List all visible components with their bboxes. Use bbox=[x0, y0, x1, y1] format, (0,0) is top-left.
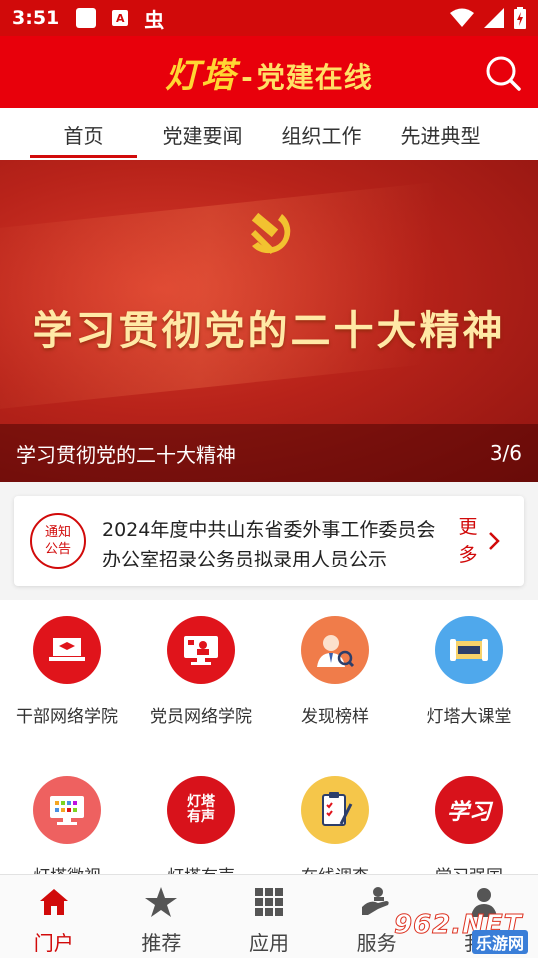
banner-headline: 学习贯彻党的二十大精神 bbox=[32, 308, 506, 354]
hand-service-icon bbox=[361, 887, 389, 915]
notice-more-line1: 更 bbox=[458, 516, 478, 538]
nav-apps[interactable]: 应用 bbox=[215, 875, 323, 958]
star-icon bbox=[145, 887, 178, 917]
notice-badge-line2: 公告 bbox=[44, 542, 71, 557]
app-header: 灯塔 - 党建在线 bbox=[0, 36, 538, 108]
grid-item-find-models[interactable]: 发现榜样 bbox=[268, 616, 402, 727]
grid-item-label: 灯塔大课堂 bbox=[426, 707, 512, 727]
grid-icon bbox=[254, 888, 283, 916]
grid-item-label: 灯塔有声 bbox=[167, 862, 235, 874]
grid-item-label: 学习强国 bbox=[435, 862, 503, 874]
nav-label: 推荐 bbox=[141, 931, 182, 955]
status-time: 3:51 bbox=[12, 7, 60, 29]
calligraphy-seal-icon: 灯塔有声 bbox=[167, 776, 235, 844]
seal-text: 灯塔有声 bbox=[187, 794, 215, 825]
grid-item-xuexi[interactable]: 学习 学习强国 bbox=[402, 776, 536, 874]
watermark-site: 乐游网 bbox=[471, 930, 528, 954]
laptop-graduation-icon bbox=[33, 616, 101, 684]
scroll-icon bbox=[435, 616, 503, 684]
grid-item-label: 干部网络学院 bbox=[16, 707, 118, 727]
app-grid: 干部网络学院 党员网络学院 发现榜样 灯塔大课堂 灯塔微视 灯塔有声 灯塔有声 bbox=[0, 600, 538, 874]
grid-item-label: 在线调查 bbox=[301, 862, 369, 874]
nav-label: 应用 bbox=[248, 931, 289, 955]
grid-item-lighthouse-class[interactable]: 灯塔大课堂 bbox=[402, 616, 536, 727]
nav-recommend[interactable]: 推荐 bbox=[108, 875, 216, 958]
banner-caption: 学习贯彻党的二十大精神 bbox=[16, 442, 236, 467]
clipboard-pen-icon bbox=[301, 776, 369, 844]
grid-item-label: 党员网络学院 bbox=[150, 707, 252, 727]
nav-label: 服务 bbox=[356, 931, 397, 955]
bug-icon: 虫 bbox=[144, 7, 165, 32]
banner-carousel[interactable]: 学习贯彻党的二十大精神 学习贯彻党的二十大精神 3/6 bbox=[0, 160, 538, 482]
tab-models[interactable]: 先进典型 bbox=[381, 108, 500, 160]
notice-badge-line1: 通知 bbox=[44, 525, 71, 540]
seal-text: 学习 bbox=[446, 799, 491, 825]
notice-more-button[interactable]: 更 多 bbox=[456, 513, 480, 569]
battery-icon bbox=[514, 7, 526, 29]
grid-item-lighthouse-audio[interactable]: 灯塔有声 灯塔有声 bbox=[134, 776, 268, 874]
grid-item-micro-video[interactable]: 灯塔微视 bbox=[0, 776, 134, 874]
search-icon[interactable] bbox=[484, 54, 522, 92]
grid-item-cadre-academy[interactable]: 干部网络学院 bbox=[0, 616, 134, 727]
logo-main-text: 灯塔 bbox=[165, 55, 238, 96]
signal-icon bbox=[484, 8, 504, 28]
tab-organization[interactable]: 组织工作 bbox=[262, 108, 381, 160]
person-search-icon bbox=[301, 616, 369, 684]
logo-sub-text: 党建在线 bbox=[256, 60, 373, 94]
category-tabs: 首页 党建要闻 组织工作 先进典型 bbox=[0, 108, 538, 160]
banner-caption-bar: 学习贯彻党的二十大精神 3/6 bbox=[0, 424, 538, 482]
nav-label: 门户 bbox=[33, 931, 74, 955]
grid-item-member-academy[interactable]: 党员网络学院 bbox=[134, 616, 268, 727]
wifi-icon bbox=[450, 8, 474, 27]
party-emblem-icon bbox=[250, 212, 291, 255]
notice-badge: 通知 公告 bbox=[30, 513, 86, 569]
grid-item-label: 发现榜样 bbox=[301, 707, 369, 727]
xuexi-logo-icon: 学习 bbox=[435, 776, 503, 844]
chevron-right-icon[interactable] bbox=[486, 531, 502, 551]
banner-sheen bbox=[0, 168, 538, 412]
notice-more-line2: 多 bbox=[458, 544, 478, 566]
logo-dash: - bbox=[241, 60, 253, 94]
status-bar: 3:51 A 虫 bbox=[0, 0, 538, 36]
tab-home[interactable]: 首页 bbox=[24, 108, 143, 160]
tv-icon bbox=[33, 776, 101, 844]
site-watermark: 962.NET 乐游网 bbox=[393, 910, 534, 954]
notice-text[interactable]: 2024年度中共山东省委外事工作委员会办公室招录公务员拟录用人员公示 bbox=[102, 515, 444, 567]
app-logo: 灯塔 - 党建在线 bbox=[165, 48, 373, 97]
grid-item-label: 灯塔微视 bbox=[33, 862, 101, 874]
tab-party-news[interactable]: 党建要闻 bbox=[143, 108, 262, 160]
nav-portal[interactable]: 门户 bbox=[0, 875, 108, 958]
home-icon bbox=[39, 889, 68, 915]
party-monitor-icon bbox=[167, 616, 235, 684]
grid-item-online-survey[interactable]: 在线调查 bbox=[268, 776, 402, 874]
banner-counter: 3/6 bbox=[489, 441, 522, 465]
notice-card[interactable]: 通知 公告 2024年度中共山东省委外事工作委员会办公室招录公务员拟录用人员公示… bbox=[14, 496, 524, 586]
a-box-icon: A bbox=[109, 7, 131, 29]
app-square-icon bbox=[75, 7, 97, 29]
